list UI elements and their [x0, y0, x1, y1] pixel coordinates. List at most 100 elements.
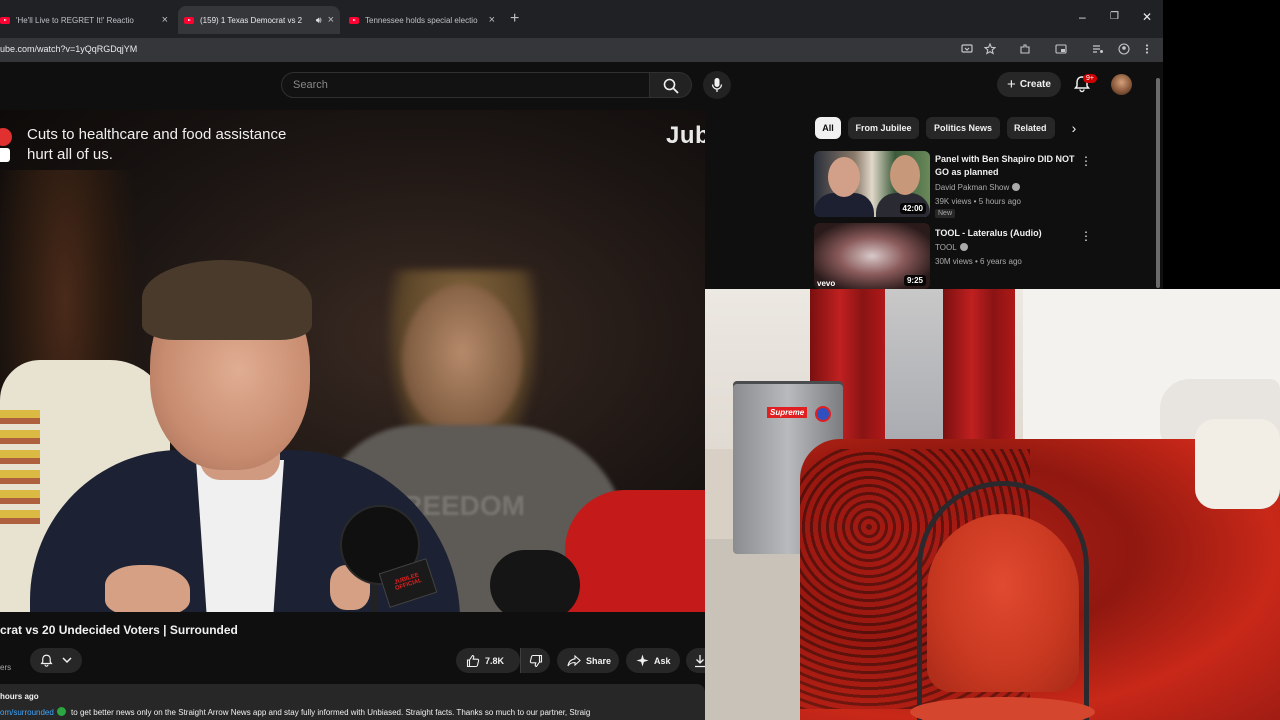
create-label: Create: [1019, 79, 1051, 90]
bell-icon: [40, 654, 53, 667]
chip-from-jubilee[interactable]: From Jubilee: [848, 117, 919, 139]
notification-count-badge: 9+: [1083, 74, 1097, 83]
chevron-down-icon: [62, 657, 72, 664]
more-options-icon[interactable]: ⋮: [1080, 230, 1092, 242]
video-frame-pattern: [0, 410, 40, 530]
video-player[interactable]: FREEDOM JUBILEE OFFICIAL Cuts to healthc…: [0, 110, 705, 612]
ask-label: Ask: [654, 655, 671, 666]
cast-icon[interactable]: [1055, 43, 1067, 55]
tab-bar: 'He'll Live to REGRET It!' Reactio × (15…: [0, 0, 1163, 38]
vevo-label: vevo: [817, 279, 836, 288]
webcam-cloth: [1195, 419, 1280, 509]
bookmark-star-icon[interactable]: [984, 43, 996, 55]
search-placeholder: Search: [293, 79, 328, 91]
tab-title: 'He'll Live to REGRET It!' Reactio: [16, 15, 134, 25]
fridge-sticker: Supreme: [767, 407, 808, 418]
thumbnail-face: [890, 155, 920, 195]
video-duration: 9:25: [903, 275, 926, 286]
channel-name: David Pakman Show: [935, 183, 1010, 192]
close-window-button[interactable]: ✕: [1142, 10, 1152, 24]
check-icon: [56, 707, 66, 716]
chevron-right-icon[interactable]: ›: [1066, 119, 1082, 137]
video-frame-speaker-hand: [105, 565, 190, 612]
video-frame-person-back-head: [402, 285, 522, 435]
dislike-button[interactable]: [520, 648, 550, 673]
description-link[interactable]: om/surrounded: [0, 708, 54, 717]
search-input[interactable]: Search: [281, 72, 650, 98]
sparkle-icon: [636, 654, 649, 667]
ask-button[interactable]: Ask: [626, 648, 680, 673]
more-options-icon[interactable]: ⋮: [1080, 155, 1092, 167]
description-text: om/surrounded to get better news only on…: [0, 707, 590, 717]
close-tab-icon[interactable]: ×: [162, 14, 168, 26]
address-bar[interactable]: ube.com/watch?v=1yQqRGDqjYM: [0, 38, 1163, 62]
jubilee-watermark: Jubilee: [666, 122, 705, 149]
recommendation-title[interactable]: TOOL - Lateralus (Audio): [935, 227, 1085, 240]
overlay-red-dot-icon: [0, 128, 12, 146]
recommendation-thumbnail[interactable]: 42:00: [814, 151, 930, 217]
share-button[interactable]: Share: [557, 648, 619, 673]
channel-name: TOOL: [935, 243, 957, 252]
fridge-round-sticker: [815, 406, 831, 422]
youtube-favicon-icon: [349, 16, 359, 24]
speaker-icon[interactable]: 🔊︎: [316, 15, 322, 26]
overlay-logo-icon: [0, 148, 10, 162]
voice-search-button[interactable]: [703, 71, 731, 99]
video-frame-speaker-hair: [142, 260, 312, 340]
chip-related[interactable]: Related: [1007, 117, 1055, 139]
extensions-icon[interactable]: [1019, 43, 1031, 55]
account-avatar[interactable]: [1111, 74, 1132, 95]
chip-politics-news[interactable]: Politics News: [926, 117, 1000, 139]
maximize-button[interactable]: ❐: [1110, 11, 1119, 22]
recommendation-channel[interactable]: David Pakman Show: [935, 183, 1021, 192]
recommendation-meta: 30M views • 6 years ago: [935, 257, 1022, 266]
subscription-notifications-button[interactable]: [30, 648, 82, 673]
overlay-caption-line: hurt all of us.: [27, 146, 113, 163]
profile-icon[interactable]: [1118, 43, 1130, 55]
scrollbar-thumb[interactable]: [1156, 78, 1160, 288]
recommendation-title[interactable]: Panel with Ben Shapiro DID NOT GO as pla…: [935, 153, 1085, 179]
recommendation-meta: 39K views • 5 hours ago: [935, 197, 1021, 206]
youtube-favicon-icon: [184, 16, 194, 24]
like-count: 7.8K: [485, 655, 505, 666]
install-app-icon[interactable]: [961, 43, 973, 55]
create-button[interactable]: + Create: [997, 72, 1061, 97]
browser-menu-icon[interactable]: [1144, 43, 1150, 55]
description-body: to get better news only on the Straight …: [71, 708, 591, 717]
search-button[interactable]: [650, 72, 692, 98]
url-text[interactable]: ube.com/watch?v=1yQqRGDqjYM: [0, 44, 137, 54]
minimize-button[interactable]: –: [1079, 10, 1086, 24]
new-tab-button[interactable]: +: [510, 10, 519, 28]
youtube-favicon-icon: [0, 16, 10, 24]
webcam-chair-back: [927, 514, 1079, 692]
microphone-icon: [711, 78, 723, 92]
close-tab-icon[interactable]: ×: [328, 14, 334, 26]
tab-tennessee[interactable]: Tennessee holds special electio ×: [343, 8, 501, 32]
recommendation-channel[interactable]: TOOL: [935, 243, 968, 252]
overlay-caption-line: Cuts to healthcare and food assistance: [27, 126, 287, 143]
video-frame-red-seat: [565, 490, 705, 612]
video-frame-microphone: [490, 550, 580, 612]
chip-all[interactable]: All: [815, 117, 841, 139]
plus-icon: +: [1007, 76, 1016, 93]
subscriber-count: ers: [0, 663, 12, 672]
close-tab-icon[interactable]: ×: [489, 14, 495, 26]
tab-title: (159) 1 Texas Democrat vs 2: [200, 15, 303, 25]
tab-reaction[interactable]: 'He'll Live to REGRET It!' Reactio ×: [0, 8, 174, 32]
tab-texas-democrat[interactable]: (159) 1 Texas Democrat vs 2 🔊︎ ×: [178, 6, 340, 34]
video-title: crat vs 20 Undecided Voters | Surrounded: [0, 623, 238, 637]
webcam-chair-seat: [910, 697, 1095, 720]
share-icon: [567, 654, 581, 666]
search-icon: [663, 78, 679, 94]
tab-title: Tennessee holds special electio: [365, 15, 478, 25]
share-label: Share: [586, 655, 612, 666]
verified-icon: [959, 243, 968, 251]
video-duration: 42:00: [899, 203, 926, 214]
like-button[interactable]: 7.8K: [456, 648, 520, 673]
download-button[interactable]: [686, 648, 705, 673]
thumbs-up-icon: [466, 654, 480, 667]
upload-age: hours ago: [0, 692, 39, 701]
media-controls-icon[interactable]: [1092, 43, 1104, 55]
recommendation-thumbnail[interactable]: vevo 9:25: [814, 223, 930, 289]
verified-icon: [1012, 183, 1021, 191]
